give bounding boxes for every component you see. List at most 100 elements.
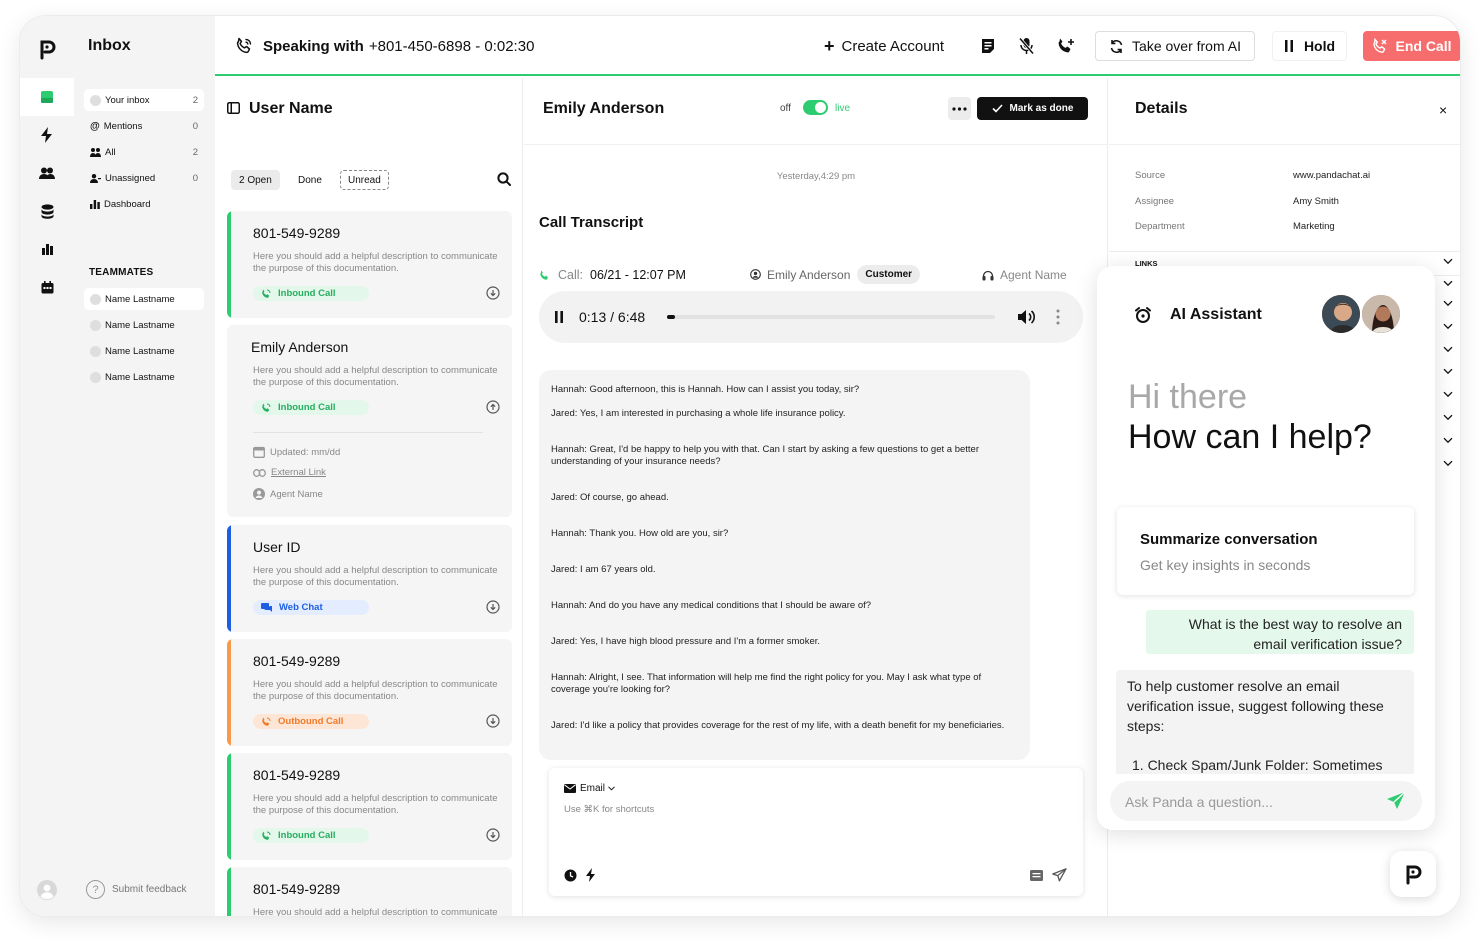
contacts-icon[interactable] <box>20 154 74 192</box>
channel-selector[interactable]: Email <box>564 783 615 794</box>
submit-feedback-link[interactable]: ? Submit feedback <box>86 880 187 899</box>
database-icon[interactable] <box>20 192 74 230</box>
more-options-icon[interactable] <box>948 97 971 120</box>
teammate-item[interactable]: Name Lastname <box>84 366 204 388</box>
card-title: Emily Anderson <box>251 339 349 355</box>
chevron-down-icon[interactable] <box>1443 280 1453 290</box>
expand-chevron-icon[interactable] <box>486 286 500 300</box>
filter-unread[interactable]: Unread <box>340 170 389 190</box>
mute-mic-icon[interactable] <box>1018 37 1035 55</box>
transfer-call-icon[interactable] <box>1057 37 1075 55</box>
assistant-title: AI Assistant <box>1170 306 1262 323</box>
player-time: 0:13 / 6:48 <box>579 309 646 325</box>
reply-composer[interactable]: Email Use ⌘K for shortcuts <box>549 768 1083 896</box>
card-description: Here you should add a helpful descriptio… <box>253 565 498 588</box>
tag-label: Inbound Call <box>278 288 336 299</box>
list-item-selected[interactable]: Emily Anderson Here you should add a hel… <box>227 325 512 517</box>
user-message-bubble: What is the best way to resolve an email… <box>1146 610 1414 654</box>
reports-chart-icon[interactable] <box>20 230 74 268</box>
collapse-chevron-icon[interactable] <box>486 400 500 414</box>
pause-icon[interactable] <box>554 311 564 323</box>
automation-bolt-icon[interactable] <box>20 116 74 154</box>
player-menu-icon[interactable] <box>1056 309 1060 325</box>
transcript-line: Jared: Of course, go ahead. <box>551 492 669 503</box>
sidebar-toggle-icon[interactable] <box>227 102 240 114</box>
chevron-down-icon[interactable] <box>1443 391 1453 401</box>
send-icon[interactable] <box>1386 791 1406 811</box>
channel-tag: Inbound Call <box>253 286 369 301</box>
pandachat-launcher-icon[interactable] <box>1390 851 1436 897</box>
calendar-icon[interactable] <box>20 268 74 306</box>
avatar-icon <box>90 319 101 331</box>
inbox-nav-icon[interactable] <box>20 78 74 116</box>
filter-done[interactable]: Done <box>290 170 330 190</box>
detail-key: Source <box>1135 170 1166 181</box>
filter-open[interactable]: 2 Open <box>231 170 280 190</box>
pause-icon <box>1284 40 1294 52</box>
chat-bubble-icon <box>261 603 272 612</box>
clock-icon[interactable] <box>564 869 577 882</box>
user-avatar-icon[interactable] <box>37 880 57 900</box>
phone-call-icon <box>235 37 253 55</box>
teammate-name: Name Lastname <box>105 319 175 331</box>
seek-bar[interactable] <box>667 315 995 319</box>
chevron-down-icon[interactable] <box>1443 368 1453 378</box>
volume-icon[interactable] <box>1017 309 1036 325</box>
teammate-item[interactable]: Name Lastname <box>84 314 204 336</box>
section-title: Call Transcript <box>539 214 644 231</box>
end-call-button[interactable]: End Call <box>1363 31 1460 61</box>
external-link[interactable]: External Link <box>253 467 326 478</box>
card-subtitle: Get key insights in seconds <box>1140 557 1311 573</box>
expand-chevron-icon[interactable] <box>486 714 500 728</box>
detail-value: www.pandachat.ai <box>1293 170 1371 181</box>
send-icon[interactable] <box>1052 868 1067 882</box>
speaking-number: +801-450-6898 - 0:02:30 <box>368 37 535 55</box>
ask-input[interactable]: Ask Panda a question... <box>1110 781 1422 821</box>
transcript-line: Hannah: Great, I'd be happy to help you … <box>551 444 979 467</box>
list-item[interactable]: User ID Here you should add a helpful de… <box>227 525 512 632</box>
close-icon[interactable]: × <box>1439 102 1447 118</box>
teammate-item[interactable]: Name Lastname <box>84 288 204 310</box>
teammates-header: TEAMMATES <box>89 267 154 278</box>
list-item[interactable]: 801-549-9289 Here you should add a helpf… <box>227 639 512 746</box>
chevron-down-icon[interactable] <box>1443 258 1453 268</box>
detail-value: Amy Smith <box>1293 196 1339 207</box>
list-item[interactable]: 801-549-9289 Here you should add a helpf… <box>227 753 512 860</box>
quick-reply-bolt-icon[interactable] <box>585 868 596 882</box>
notes-icon[interactable] <box>980 38 996 54</box>
transcript-box: Hannah: Good afternoon, this is Hannah. … <box>539 370 1030 760</box>
chevron-down-icon[interactable] <box>1443 300 1453 310</box>
sidebar-item-unassigned[interactable]: Unassigned 0 <box>84 167 204 189</box>
participant-role-badge: Customer <box>857 265 921 284</box>
expand-chevron-icon[interactable] <box>486 600 500 614</box>
sidebar-item-mentions[interactable]: @ Mentions 0 <box>84 115 204 137</box>
details-title: Details <box>1135 100 1188 117</box>
transcript-line: Hannah: Good afternoon, this is Hannah. … <box>551 384 860 395</box>
greeting-line-2: How can I help? <box>1128 418 1372 456</box>
chevron-down-icon[interactable] <box>1443 437 1453 447</box>
summarize-conversation-card[interactable]: Summarize conversation Get key insights … <box>1117 507 1414 595</box>
expand-chevron-icon[interactable] <box>486 828 500 842</box>
list-header: User Name <box>249 100 333 117</box>
take-over-label: Take over from AI <box>1132 38 1241 54</box>
chevron-down-icon[interactable] <box>1443 323 1453 333</box>
note-icon[interactable] <box>1030 870 1043 881</box>
list-item[interactable]: 801-549-9289 Here you should add a helpf… <box>227 211 512 318</box>
mark-as-done-button[interactable]: Mark as done <box>977 97 1088 120</box>
sidebar-item-your-inbox[interactable]: Your inbox 2 <box>84 89 204 111</box>
chevron-down-icon[interactable] <box>1443 460 1453 470</box>
search-icon[interactable] <box>497 172 511 186</box>
live-toggle[interactable] <box>803 100 828 115</box>
sidebar-item-dashboard[interactable]: Dashboard <box>84 193 204 215</box>
list-item[interactable]: 801-549-9289 Here you should add a helpf… <box>227 867 512 916</box>
create-account-button[interactable]: + Create Account <box>824 16 944 76</box>
hold-button[interactable]: Hold <box>1272 31 1347 61</box>
chevron-down-icon[interactable] <box>1443 346 1453 356</box>
teammate-item[interactable]: Name Lastname <box>84 340 204 362</box>
sidebar-title: Inbox <box>88 37 131 54</box>
ai-assistant-panel: AI Assistant Hi there How can I help? Su… <box>1097 266 1435 830</box>
chevron-down-icon[interactable] <box>1443 414 1453 424</box>
sidebar-item-all[interactable]: All 2 <box>84 141 204 163</box>
take-over-from-ai-button[interactable]: Take over from AI <box>1095 31 1255 61</box>
transcript-line: Jared: Yes, I have high blood pressure a… <box>551 636 821 647</box>
